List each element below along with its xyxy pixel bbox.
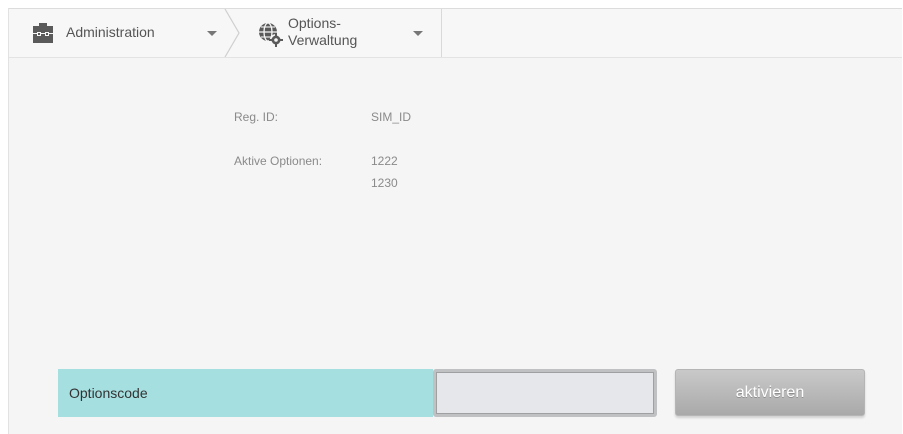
globe-gear-icon [259,22,283,47]
active-option-item: 1230 [371,176,398,190]
main-panel: Administration Options- Verwaltung Reg. … [8,8,902,434]
briefcase-icon [33,23,53,43]
breadcrumb-label-options-verwaltung: Options- Verwaltung [288,15,358,48]
option-code-input[interactable] [433,369,657,417]
option-code-label: Optionscode [58,369,433,417]
active-options-label: Aktive Optionen: [234,154,323,168]
reg-id-label: Reg. ID: [234,110,279,124]
active-option-item: 1222 [371,154,398,168]
breadcrumb-item-options-verwaltung[interactable]: Options- Verwaltung [235,9,443,57]
option-code-label-text: Optionscode [69,385,148,401]
activate-button[interactable]: aktivieren [675,369,865,416]
breadcrumb: Administration Options- Verwaltung [9,9,902,58]
breadcrumb-item-administration[interactable]: Administration [9,9,235,57]
chevron-down-icon[interactable] [413,31,423,36]
breadcrumb-divider [441,9,442,57]
breadcrumb-label-administration: Administration [66,24,155,40]
reg-id-value: SIM_ID [371,110,412,124]
chevron-down-icon[interactable] [207,31,217,36]
